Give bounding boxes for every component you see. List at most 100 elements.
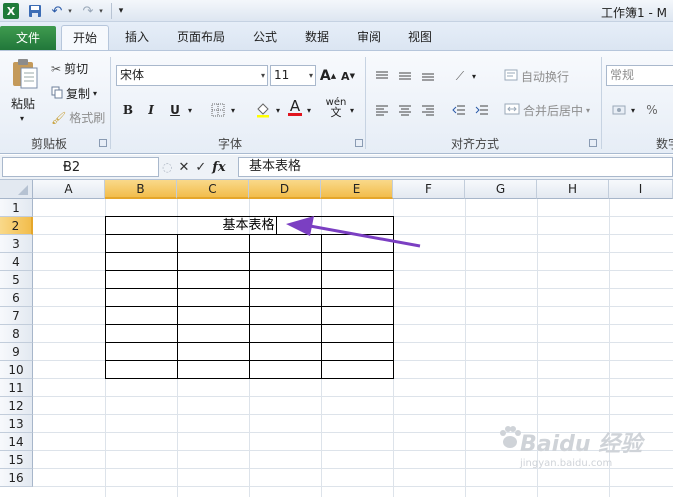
select-all-corner[interactable]	[0, 180, 33, 199]
decrease-indent-icon[interactable]	[450, 100, 468, 120]
decrease-font-icon[interactable]: A ▼	[340, 66, 356, 86]
copy-dropdown-icon[interactable]: ▾	[93, 89, 97, 98]
merge-center-button[interactable]: 合并后居中 ▾	[504, 102, 590, 119]
undo-icon[interactable]: ↶	[50, 3, 64, 19]
toolbar-divider	[111, 3, 112, 19]
align-right-icon[interactable]	[419, 100, 437, 120]
orientation-icon[interactable]: ⟋	[450, 66, 470, 86]
cut-button[interactable]: ✂ 剪切	[51, 60, 88, 77]
row-header-10[interactable]: 10	[0, 361, 33, 379]
redo-dropdown-icon[interactable]: ▾	[97, 3, 105, 19]
row-header-11[interactable]: 11	[0, 379, 33, 397]
merge-dropdown-icon[interactable]: ▾	[586, 106, 590, 115]
copy-button[interactable]: 复制 ▾	[51, 85, 97, 102]
tab-home[interactable]: 开始	[61, 25, 109, 50]
paste-button[interactable]: 粘贴	[11, 95, 35, 112]
fill-color-icon[interactable]	[253, 100, 273, 120]
row-header-5[interactable]: 5	[0, 271, 33, 289]
number-format-select[interactable]: 常规	[606, 65, 673, 86]
cancel-icon[interactable]: ✕	[178, 160, 189, 175]
customize-toolbar-icon[interactable]: ▾	[116, 3, 126, 19]
excel-logo-icon[interactable]: X	[3, 3, 19, 19]
column-header-c[interactable]: C	[177, 180, 249, 199]
column-header-d[interactable]: D	[249, 180, 321, 199]
row-header-6[interactable]: 6	[0, 289, 33, 307]
row-header-7[interactable]: 7	[0, 307, 33, 325]
row-header-1[interactable]: 1	[0, 199, 33, 217]
underline-dropdown-icon[interactable]: ▾	[186, 100, 194, 120]
baidu-watermark: Baidu 经验 jingyan.baidu.com	[498, 420, 668, 490]
group-divider	[365, 57, 366, 149]
underline-button[interactable]: U	[166, 100, 184, 120]
percent-button[interactable]: %	[643, 100, 661, 120]
redo-icon[interactable]: ↷	[81, 3, 95, 19]
tab-view[interactable]: 视图	[398, 25, 442, 50]
borders-icon[interactable]	[208, 100, 228, 120]
font-name-select[interactable]: 宋体 ▾	[116, 65, 268, 86]
name-box-dropdown-icon[interactable]: ▾	[63, 162, 155, 171]
wrap-text-button[interactable]: 自动换行	[504, 68, 569, 85]
tab-file[interactable]: 文件	[0, 26, 56, 50]
alignment-launcher-icon[interactable]	[589, 139, 597, 147]
table-border	[249, 234, 250, 379]
tab-formulas[interactable]: 公式	[243, 25, 287, 50]
row-header-9[interactable]: 9	[0, 343, 33, 361]
align-center-icon[interactable]	[396, 100, 414, 120]
row-header-8[interactable]: 8	[0, 325, 33, 343]
increase-indent-icon[interactable]	[473, 100, 491, 120]
row-header-12[interactable]: 12	[0, 397, 33, 415]
orientation-dropdown-icon[interactable]: ▾	[470, 66, 478, 86]
column-header-a[interactable]: A	[33, 180, 105, 199]
column-header-i[interactable]: I	[609, 180, 673, 199]
font-color-dropdown-icon[interactable]: ▾	[305, 100, 313, 120]
insert-function-icon[interactable]: fx	[212, 160, 225, 175]
undo-dropdown-icon[interactable]: ▾	[66, 3, 74, 19]
clipboard-launcher-icon[interactable]	[99, 139, 107, 147]
row-header-14[interactable]: 14	[0, 433, 33, 451]
fill-color-dropdown-icon[interactable]: ▾	[274, 100, 282, 120]
column-header-h[interactable]: H	[537, 180, 609, 199]
enter-icon[interactable]: ✓	[195, 160, 206, 175]
spreadsheet-grid[interactable]: A B C D E F G H I 1 2 3 4 5 6 7 8 9 10 1…	[0, 180, 673, 497]
align-left-icon[interactable]	[373, 100, 391, 120]
paste-dropdown-icon[interactable]: ▾	[20, 114, 24, 123]
tab-page-layout[interactable]: 页面布局	[167, 25, 235, 50]
column-header-e[interactable]: E	[321, 180, 393, 199]
borders-dropdown-icon[interactable]: ▾	[229, 100, 237, 120]
copy-icon	[51, 86, 63, 102]
save-icon[interactable]	[27, 3, 43, 19]
row-header-13[interactable]: 13	[0, 415, 33, 433]
row-header-2[interactable]: 2	[0, 217, 33, 235]
italic-button[interactable]: I	[142, 100, 160, 120]
phonetic-guide-icon[interactable]: wén 文	[325, 98, 347, 119]
font-color-icon[interactable]: A	[286, 97, 304, 117]
column-header-f[interactable]: F	[393, 180, 465, 199]
column-header-b[interactable]: B	[105, 180, 177, 199]
row-header-3[interactable]: 3	[0, 235, 33, 253]
row-header-15[interactable]: 15	[0, 451, 33, 469]
tab-insert[interactable]: 插入	[115, 25, 159, 50]
column-header-g[interactable]: G	[465, 180, 537, 199]
align-top-icon[interactable]	[373, 66, 391, 86]
accounting-format-icon[interactable]	[610, 100, 628, 120]
increase-font-icon[interactable]: A ▲	[320, 66, 336, 86]
font-launcher-icon[interactable]	[355, 139, 363, 147]
formula-controls: ◌ ✕ ✓ fx	[162, 157, 226, 177]
row-header-16[interactable]: 16	[0, 469, 33, 487]
tab-review[interactable]: 审阅	[347, 25, 391, 50]
font-size-select[interactable]: 11 ▾	[270, 65, 316, 86]
align-bottom-icon[interactable]	[419, 66, 437, 86]
name-box[interactable]: B2 ▾	[2, 157, 159, 177]
bold-button[interactable]: B	[119, 100, 137, 120]
formula-input[interactable]: 基本表格	[238, 157, 673, 177]
phonetic-dropdown-icon[interactable]: ▾	[348, 100, 356, 120]
align-middle-icon[interactable]	[396, 66, 414, 86]
paste-icon[interactable]	[11, 58, 39, 90]
format-painter-button[interactable]: 🖌 格式刷	[51, 109, 105, 126]
accounting-dropdown-icon[interactable]: ▾	[629, 100, 637, 120]
resize-handle-icon[interactable]: ◌	[162, 160, 172, 174]
gridline	[465, 199, 466, 497]
font-color-letter: A	[289, 96, 301, 115]
tab-data[interactable]: 数据	[295, 25, 339, 50]
row-header-4[interactable]: 4	[0, 253, 33, 271]
